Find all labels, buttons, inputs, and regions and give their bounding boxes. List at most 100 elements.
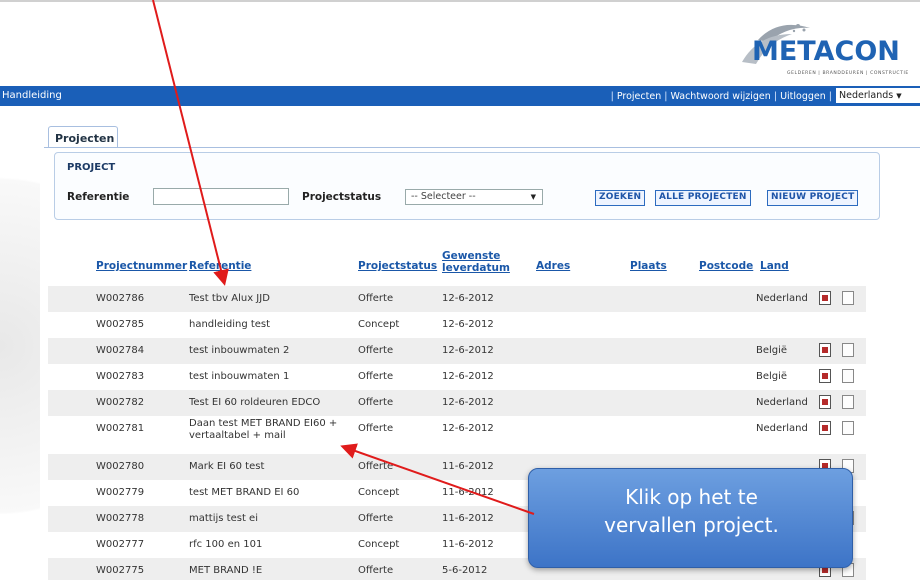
project-referentie[interactable]: Mark EI 60 test bbox=[189, 461, 264, 472]
pdf-icon[interactable] bbox=[819, 291, 831, 305]
project-referentie[interactable]: handleiding test bbox=[189, 319, 270, 330]
project-land: Nederland bbox=[756, 423, 808, 434]
column-header-projectstatus[interactable]: Projectstatus bbox=[358, 260, 437, 272]
column-header-plaats[interactable]: Plaats bbox=[630, 260, 667, 272]
project-status: Offerte bbox=[358, 423, 394, 434]
top-navigation-bar: Handleiding | Projecten | Wachtwoord wij… bbox=[0, 86, 920, 106]
table-row[interactable]: W002781 Daan test MET BRAND EI60 + vertaa… bbox=[48, 416, 866, 454]
projectstatus-select[interactable]: -- Selecteer -- ▼ bbox=[405, 189, 543, 205]
table-row[interactable]: W002784 test inbouwmaten 2 Offerte 12-6-201… bbox=[48, 338, 866, 364]
pdf-icon[interactable] bbox=[819, 421, 831, 435]
tab-divider bbox=[44, 147, 920, 148]
project-land: België bbox=[756, 371, 788, 382]
tab-projecten[interactable]: Projecten bbox=[48, 126, 118, 148]
background-decoration bbox=[0, 112, 40, 580]
column-header-adres[interactable]: Adres bbox=[536, 260, 570, 272]
instruction-callout: Klik op het te vervallen project. bbox=[528, 468, 853, 568]
nieuw-project-button[interactable]: NIEUW PROJECT bbox=[767, 190, 859, 206]
project-number: W002782 bbox=[96, 397, 145, 408]
callout-text: Klik op het te vervallen project. bbox=[529, 483, 854, 539]
project-leverdatum: 12-6-2012 bbox=[442, 371, 494, 382]
app-window: METACON GELDEREN | BRANDDEUREN | CONSTRU… bbox=[0, 0, 920, 580]
projectstatus-select-value: -- Selecteer -- bbox=[411, 191, 476, 202]
language-value: Nederlands bbox=[839, 90, 894, 101]
project-status: Concept bbox=[358, 319, 400, 330]
project-leverdatum: 11-6-2012 bbox=[442, 513, 494, 524]
column-header-land[interactable]: Land bbox=[760, 260, 789, 272]
nav-link-uitloggen[interactable]: Uitloggen bbox=[780, 91, 826, 102]
alle-projecten-button[interactable]: ALLE PROJECTEN bbox=[655, 190, 751, 206]
zoeken-button[interactable]: ZOEKEN bbox=[595, 190, 646, 206]
logo-tagline: GELDEREN | BRANDDEUREN | CONSTRUCTIE bbox=[787, 71, 909, 76]
callout-line-1: Klik op het te bbox=[625, 485, 758, 509]
project-land: Nederland bbox=[756, 293, 808, 304]
project-number: W002779 bbox=[96, 487, 145, 498]
project-leverdatum: 11-6-2012 bbox=[442, 487, 494, 498]
project-status: Offerte bbox=[358, 461, 394, 472]
project-referentie[interactable]: Test EI 60 roldeuren EDCO bbox=[189, 397, 320, 408]
project-status: Concept bbox=[358, 487, 400, 498]
project-leverdatum: 12-6-2012 bbox=[442, 345, 494, 356]
referentie-label: Referentie bbox=[67, 191, 130, 203]
pdf-icon[interactable] bbox=[819, 395, 831, 409]
project-status: Offerte bbox=[358, 513, 394, 524]
column-header-projectnummer[interactable]: Projectnummer bbox=[96, 260, 187, 272]
project-referentie[interactable]: rfc 100 en 101 bbox=[189, 539, 262, 550]
handleiding-link[interactable]: Handleiding bbox=[2, 90, 62, 101]
project-leverdatum: 12-6-2012 bbox=[442, 397, 494, 408]
project-status: Offerte bbox=[358, 565, 394, 576]
project-leverdatum: 5-6-2012 bbox=[442, 565, 488, 576]
project-referentie[interactable]: test inbouwmaten 1 bbox=[189, 371, 289, 382]
project-status: Offerte bbox=[358, 397, 394, 408]
table-row[interactable]: W002783 test inbouwmaten 1 Offerte 12-6-201… bbox=[48, 364, 866, 390]
nav-link-projecten[interactable]: Projecten bbox=[617, 91, 661, 102]
column-header-referentie[interactable]: Referentie bbox=[189, 260, 251, 272]
project-referentie[interactable]: Daan test MET BRAND EI60 + vertaaltabel … bbox=[189, 418, 351, 442]
project-referentie[interactable]: test inbouwmaten 2 bbox=[189, 345, 289, 356]
document-icon[interactable] bbox=[842, 395, 854, 409]
document-icon[interactable] bbox=[842, 343, 854, 357]
project-leverdatum: 11-6-2012 bbox=[442, 539, 494, 550]
nav-links: | Projecten | Wachtwoord wijzigen | Uitl… bbox=[610, 91, 832, 102]
project-status: Offerte bbox=[358, 293, 394, 304]
table-row[interactable]: W002785 handleiding test Concept 12-6-2012 bbox=[48, 312, 866, 338]
pdf-icon[interactable] bbox=[819, 343, 831, 357]
logo-text: METACON bbox=[752, 36, 900, 67]
document-icon[interactable] bbox=[842, 421, 854, 435]
document-icon[interactable] bbox=[842, 291, 854, 305]
chevron-down-icon: ▼ bbox=[530, 193, 536, 201]
nav-link-wachtwoord-wijzigen[interactable]: Wachtwoord wijzigen bbox=[670, 91, 770, 102]
arrow-to-referentie bbox=[152, 0, 229, 286]
project-status: Offerte bbox=[358, 345, 394, 356]
project-number: W002786 bbox=[96, 293, 145, 304]
projectstatus-label: Projectstatus bbox=[302, 191, 382, 203]
project-referentie[interactable]: mattijs test ei bbox=[189, 513, 258, 524]
panel-title: PROJECT bbox=[67, 162, 116, 173]
project-leverdatum: 12-6-2012 bbox=[442, 319, 494, 330]
referentie-input[interactable] bbox=[153, 188, 289, 205]
column-header-leverdatum[interactable]: leverdatum bbox=[442, 262, 510, 274]
project-referentie[interactable]: MET BRAND !E bbox=[189, 565, 262, 576]
project-number: W002784 bbox=[96, 345, 145, 356]
callout-line-2: vervallen project. bbox=[604, 513, 779, 537]
project-land: België bbox=[756, 345, 788, 356]
project-number: W002783 bbox=[96, 371, 145, 382]
column-header-postcode[interactable]: Postcode bbox=[699, 260, 753, 272]
project-number: W002775 bbox=[96, 565, 145, 576]
project-land: Nederland bbox=[756, 397, 808, 408]
project-number: W002780 bbox=[96, 461, 145, 472]
language-select[interactable]: Nederlands ▼ bbox=[836, 88, 920, 103]
project-number: W002785 bbox=[96, 319, 145, 330]
project-status: Offerte bbox=[358, 371, 394, 382]
table-row[interactable]: W002786 Test tbv Alux JJD Offerte 12-6-2012… bbox=[48, 286, 866, 312]
project-number: W002778 bbox=[96, 513, 145, 524]
project-referentie[interactable]: Test tbv Alux JJD bbox=[189, 293, 270, 304]
table-row[interactable]: W002782 Test EI 60 roldeuren EDCO Offerte 1… bbox=[48, 390, 866, 416]
project-leverdatum: 12-6-2012 bbox=[442, 293, 494, 304]
project-leverdatum: 11-6-2012 bbox=[442, 461, 494, 472]
column-header-gewenste[interactable]: Gewenste bbox=[442, 250, 500, 262]
pdf-icon[interactable] bbox=[819, 369, 831, 383]
project-referentie[interactable]: test MET BRAND EI 60 bbox=[189, 487, 299, 498]
document-icon[interactable] bbox=[842, 369, 854, 383]
chevron-down-icon: ▼ bbox=[896, 92, 902, 100]
